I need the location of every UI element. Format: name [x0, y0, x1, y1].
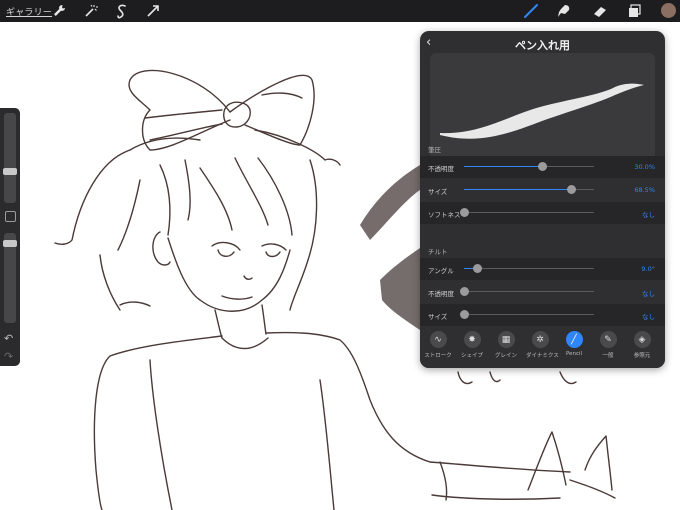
brush-icon[interactable] — [523, 3, 539, 19]
tilt-setting-label: サイズ — [428, 313, 448, 321]
grain-icon: ▦ — [497, 331, 515, 348]
brush-settings-panel: ‹ ペン入れ用 筆圧 不透明度 30.0% サイズ 68.5% ソフトネス なし チルト … — [420, 31, 665, 368]
slider-thumb[interactable] — [566, 185, 576, 194]
top-toolbar: ギャラリー — [0, 0, 680, 22]
tab-label: 参照元 — [633, 353, 651, 359]
slider-thumb[interactable] — [460, 287, 469, 296]
pressure-setting-label: 不透明度 — [428, 165, 454, 173]
slider-thumb[interactable] — [460, 208, 469, 217]
pressure-setting-row: サイズ 68.5% — [420, 179, 665, 201]
tab-stroke[interactable]: ∿ ストローク — [424, 331, 452, 359]
tab-general[interactable]: ✎ 一般 — [594, 331, 622, 359]
color-picker-square-icon[interactable] — [5, 211, 16, 222]
pressure-setting-value: 30.0% — [634, 163, 655, 171]
tilt-setting-row: サイズ なし — [420, 304, 665, 326]
tilt-section-label: チルト — [428, 248, 448, 256]
color-swatch[interactable] — [661, 3, 676, 18]
brush-size-handle[interactable] — [3, 168, 17, 175]
layers-icon[interactable] — [626, 3, 642, 19]
selection-icon[interactable] — [114, 3, 130, 19]
redo-icon[interactable]: ↷ — [4, 350, 13, 363]
wrench-icon[interactable] — [51, 3, 67, 19]
magic-wand-icon[interactable] — [83, 3, 99, 19]
tab-grain[interactable]: ▦ グレイン — [492, 331, 520, 359]
pressure-setting-row: 不透明度 30.0% — [420, 156, 665, 178]
tab-label: グレイン — [494, 353, 517, 359]
tilt-setting-value: なし — [642, 313, 655, 321]
stroke-preview — [430, 53, 655, 160]
pressure-setting-slider[interactable] — [464, 162, 594, 171]
pressure-setting-slider[interactable] — [460, 208, 594, 217]
brush-size-slider[interactable] — [3, 113, 17, 203]
pressure-setting-value: なし — [642, 211, 655, 219]
slider-thumb[interactable] — [460, 310, 469, 319]
tab-label: ダイナミクス — [526, 353, 559, 359]
slider-fill — [464, 166, 542, 167]
eraser-icon[interactable] — [592, 3, 608, 19]
tilt-setting-row: 不透明度 なし — [420, 281, 665, 303]
source-icon: ◈ — [633, 331, 651, 348]
tilt-setting-value: 9.0° — [641, 265, 655, 273]
brush-opacity-handle[interactable] — [3, 240, 17, 247]
tilt-setting-slider[interactable] — [460, 310, 594, 319]
tilt-setting-slider[interactable] — [460, 287, 594, 296]
tab-label: シェイプ — [460, 353, 483, 359]
pressure-setting-value: 68.5% — [634, 186, 655, 194]
transform-arrow-icon[interactable] — [145, 3, 161, 19]
slider-fill — [464, 189, 571, 190]
pressure-setting-label: ソフトネス — [428, 211, 461, 219]
panel-tab-bar: ∿ ストローク ✸ シェイプ ▦ グレイン ✲ ダイナミクス ╱ Pencil ✎ 一般 ◈ 参照元 — [420, 327, 665, 368]
tab-label: 一般 — [602, 353, 614, 359]
pressure-setting-label: サイズ — [428, 188, 448, 196]
pressure-setting-row: ソフトネス なし — [420, 202, 665, 224]
pressure-setting-slider[interactable] — [464, 185, 594, 194]
tilt-setting-value: なし — [642, 290, 655, 298]
tab-label: ストローク — [424, 353, 452, 359]
tab-source[interactable]: ◈ 参照元 — [628, 331, 656, 359]
pressure-section-label: 筆圧 — [428, 146, 441, 154]
tab-label: Pencil — [565, 351, 583, 357]
general-icon: ✎ — [599, 331, 617, 348]
pencil-icon: ╱ — [565, 331, 583, 348]
undo-icon[interactable]: ↶ — [4, 332, 13, 345]
tab-shape[interactable]: ✸ シェイプ — [458, 331, 486, 359]
tab-dynamics[interactable]: ✲ ダイナミクス — [526, 331, 559, 359]
tab-pencil[interactable]: ╱ Pencil — [560, 331, 588, 357]
dynamics-icon: ✲ — [531, 331, 549, 348]
brush-opacity-slider[interactable] — [3, 233, 17, 323]
tilt-setting-slider[interactable] — [464, 264, 594, 273]
smudge-icon[interactable] — [556, 3, 572, 19]
shape-icon: ✸ — [463, 331, 481, 348]
gallery-link[interactable]: ギャラリー — [6, 5, 52, 18]
tilt-setting-label: 不透明度 — [428, 290, 454, 298]
slider-thumb[interactable] — [473, 264, 482, 273]
tilt-setting-row: アングル 9.0° — [420, 258, 665, 280]
panel-title: ペン入れ用 — [515, 39, 570, 52]
tilt-setting-label: アングル — [428, 267, 454, 275]
left-sidebar: ↶ ↷ — [0, 108, 20, 366]
stroke-icon: ∿ — [429, 331, 447, 348]
slider-thumb[interactable] — [538, 162, 547, 171]
